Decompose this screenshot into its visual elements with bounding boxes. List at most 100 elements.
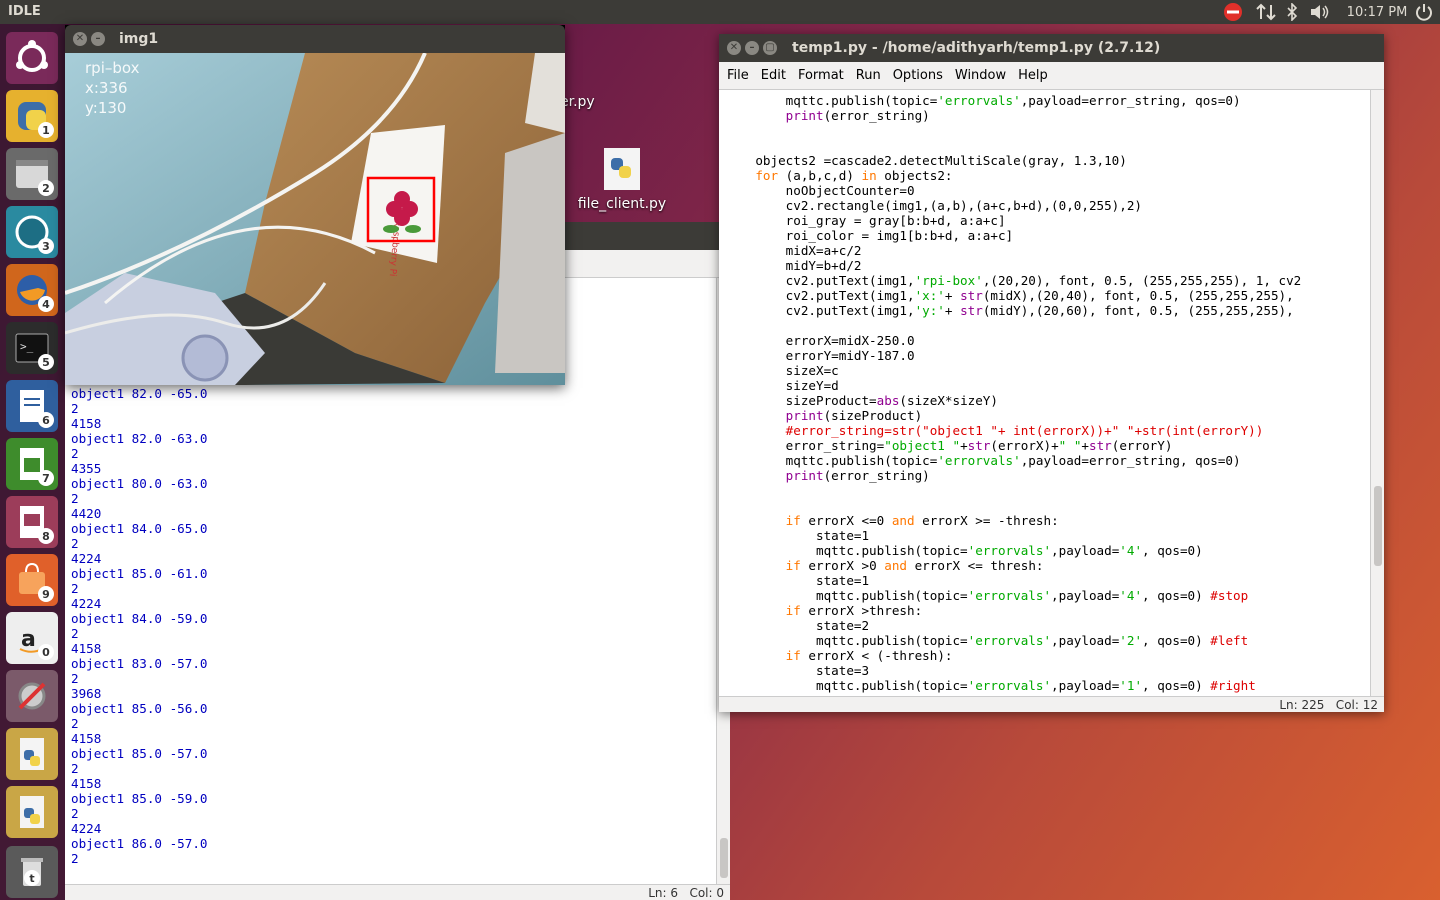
code-line: for (a,b,c,d) in objects2: xyxy=(755,168,953,183)
menu-options[interactable]: Options xyxy=(893,68,943,83)
close-icon[interactable]: ✕ xyxy=(73,32,87,46)
editor-scrollbar[interactable] xyxy=(1370,90,1384,696)
shell-output-line: 2 xyxy=(71,761,79,776)
trash-icon[interactable]: t xyxy=(6,846,58,898)
shell-output-line: 4158 xyxy=(71,416,102,431)
code-line: #error_string=str("object1 "+ int(errorX… xyxy=(785,423,1264,438)
menu-format[interactable]: Format xyxy=(798,68,844,83)
shell-output-line: object1 80.0 -63.0 xyxy=(71,476,208,491)
code-editor[interactable]: mqttc.publish(topic='errorvals',payload=… xyxy=(725,93,1365,693)
shell-output-line: 2 xyxy=(71,491,79,506)
code-line: objects2 =cascade2.detectMultiScale(gray… xyxy=(725,153,1127,168)
terminal-icon[interactable]: >_ 5 xyxy=(6,322,58,374)
code-line: mqttc.publish(topic='errorvals',payload=… xyxy=(725,633,1249,648)
shell-output-line: 2 xyxy=(71,401,79,416)
detection-y: y:130 xyxy=(85,99,127,117)
workspace-2-icon[interactable]: 2 xyxy=(6,148,58,200)
shell-output-line: 2 xyxy=(71,671,79,686)
menu-window[interactable]: Window xyxy=(955,68,1006,83)
volume-icon[interactable] xyxy=(1308,2,1332,22)
python-file-icon[interactable] xyxy=(6,786,58,838)
code-line: error_string="object1 "+str(errorX)+" "+… xyxy=(725,438,1173,453)
code-line: state=2 xyxy=(725,618,870,633)
shell-output-line: 4158 xyxy=(71,731,102,746)
desktop-file-client-py[interactable]: file_client.py xyxy=(574,146,670,212)
editor-titlebar[interactable]: ✕ – ▢ temp1.py - /home/adithyarh/temp1.p… xyxy=(719,34,1384,62)
code-line: if errorX <=0 and errorX >= -thresh: xyxy=(785,513,1059,528)
shell-output-line: object1 83.0 -57.0 xyxy=(71,656,208,671)
code-line: midX=a+c/2 xyxy=(725,243,862,258)
close-icon[interactable]: ✕ xyxy=(727,41,741,55)
code-line: mqttc.publish(topic='errorvals',payload=… xyxy=(725,543,1203,558)
shell-output-line: object1 85.0 -59.0 xyxy=(71,791,208,806)
code-line: sizeX=c xyxy=(725,363,839,378)
shell-output-line: object1 86.0 -57.0 xyxy=(71,836,208,851)
clock[interactable]: 10:17 PM xyxy=(1346,2,1408,22)
shell-output-line: 2 xyxy=(71,716,79,731)
network-icon[interactable] xyxy=(1254,2,1278,22)
detection-label: rpi–box xyxy=(85,59,140,77)
shell-output-line: object1 82.0 -63.0 xyxy=(71,431,208,446)
shell-output-line: object1 85.0 -56.0 xyxy=(71,701,208,716)
code-line: mqttc.publish(topic='errorvals',payload=… xyxy=(725,93,1241,108)
launcher-badge: 1 xyxy=(38,122,54,138)
shell-output-line: 4224 xyxy=(71,821,102,836)
python-file-icon[interactable] xyxy=(6,728,58,780)
image-window-title: img1 xyxy=(119,31,159,47)
amazon-icon[interactable]: a 0 xyxy=(6,612,58,664)
menu-run[interactable]: Run xyxy=(856,68,881,83)
ubuntu-dash-icon[interactable] xyxy=(6,32,58,84)
workspace-3-icon[interactable]: 3 xyxy=(6,206,58,258)
shell-output-line: object1 84.0 -59.0 xyxy=(71,611,208,626)
desktop-file-label: er.py xyxy=(560,94,595,110)
code-line: midY=b+d/2 xyxy=(725,258,862,273)
editor-title: temp1.py - /home/adithyarh/temp1.py (2.7… xyxy=(792,40,1161,56)
top-panel: IDLE 10:17 PM xyxy=(0,0,1440,24)
calc-icon[interactable]: 7 xyxy=(6,438,58,490)
detection-x: x:336 xyxy=(85,79,128,97)
impress-icon[interactable]: 8 xyxy=(6,496,58,548)
system-settings-icon[interactable] xyxy=(6,670,58,722)
editor-window[interactable]: ✕ – ▢ temp1.py - /home/adithyarh/temp1.p… xyxy=(719,34,1384,712)
code-line: cv2.putText(img1,'rpi-box',(20,20), font… xyxy=(725,273,1302,288)
svg-text:a: a xyxy=(21,627,36,652)
image-window-titlebar[interactable]: ✕ – img1 xyxy=(65,25,565,53)
launcher-badge: 8 xyxy=(38,528,54,544)
shell-output[interactable]: object1 82.0 -65.0 2 4158 object1 82.0 -63.… xyxy=(71,386,207,866)
code-line: errorY=midY-187.0 xyxy=(725,348,915,363)
bluetooth-icon[interactable] xyxy=(1284,2,1300,22)
shell-output-line: object1 85.0 -57.0 xyxy=(71,746,208,761)
editor-scroll-thumb[interactable] xyxy=(1374,486,1382,566)
code-line: roi_color = img1[b:b+d, a:a+c] xyxy=(725,228,1014,243)
launcher-badge: 6 xyxy=(38,412,54,428)
menu-help[interactable]: Help xyxy=(1018,68,1048,83)
menu-edit[interactable]: Edit xyxy=(761,68,786,83)
editor-menubar[interactable]: File Edit Format Run Options Window Help xyxy=(719,62,1384,90)
power-icon[interactable] xyxy=(1414,2,1434,22)
software-center-icon[interactable]: 9 xyxy=(6,554,58,606)
desktop-file-er-py[interactable]: er.py xyxy=(560,94,595,110)
code-line: state=1 xyxy=(725,528,870,543)
minimize-icon[interactable]: – xyxy=(91,32,105,46)
code-line: sizeY=d xyxy=(725,378,839,393)
maximize-icon[interactable]: ▢ xyxy=(763,41,777,55)
writer-icon[interactable]: 6 xyxy=(6,380,58,432)
workspace-1-icon[interactable]: 1 xyxy=(6,90,58,142)
shell-output-line: 2 xyxy=(71,446,79,461)
shell-output-line: 2 xyxy=(71,581,79,596)
desktop-file-label: file_client.py xyxy=(577,196,667,212)
code-line: print(error_string) xyxy=(785,468,930,483)
launcher-badge: 7 xyxy=(38,470,54,486)
shell-scroll-thumb[interactable] xyxy=(720,838,728,878)
image-window[interactable]: ✕ – img1 Raspberry Pi rpi–box x:336 y:13… xyxy=(65,25,565,385)
code-line: cv2.rectangle(img1,(a,b),(a+c,b+d),(0,0,… xyxy=(725,198,1143,213)
shell-output-line: object1 84.0 -65.0 xyxy=(71,521,208,536)
firefox-icon[interactable]: 4 xyxy=(6,264,58,316)
shell-output-line: 2 xyxy=(71,851,79,866)
no-entry-icon[interactable] xyxy=(1222,2,1244,22)
menu-file[interactable]: File xyxy=(727,68,749,83)
editor-statusbar: Ln: 225 Col: 12 xyxy=(719,696,1384,712)
minimize-icon[interactable]: – xyxy=(745,41,759,55)
